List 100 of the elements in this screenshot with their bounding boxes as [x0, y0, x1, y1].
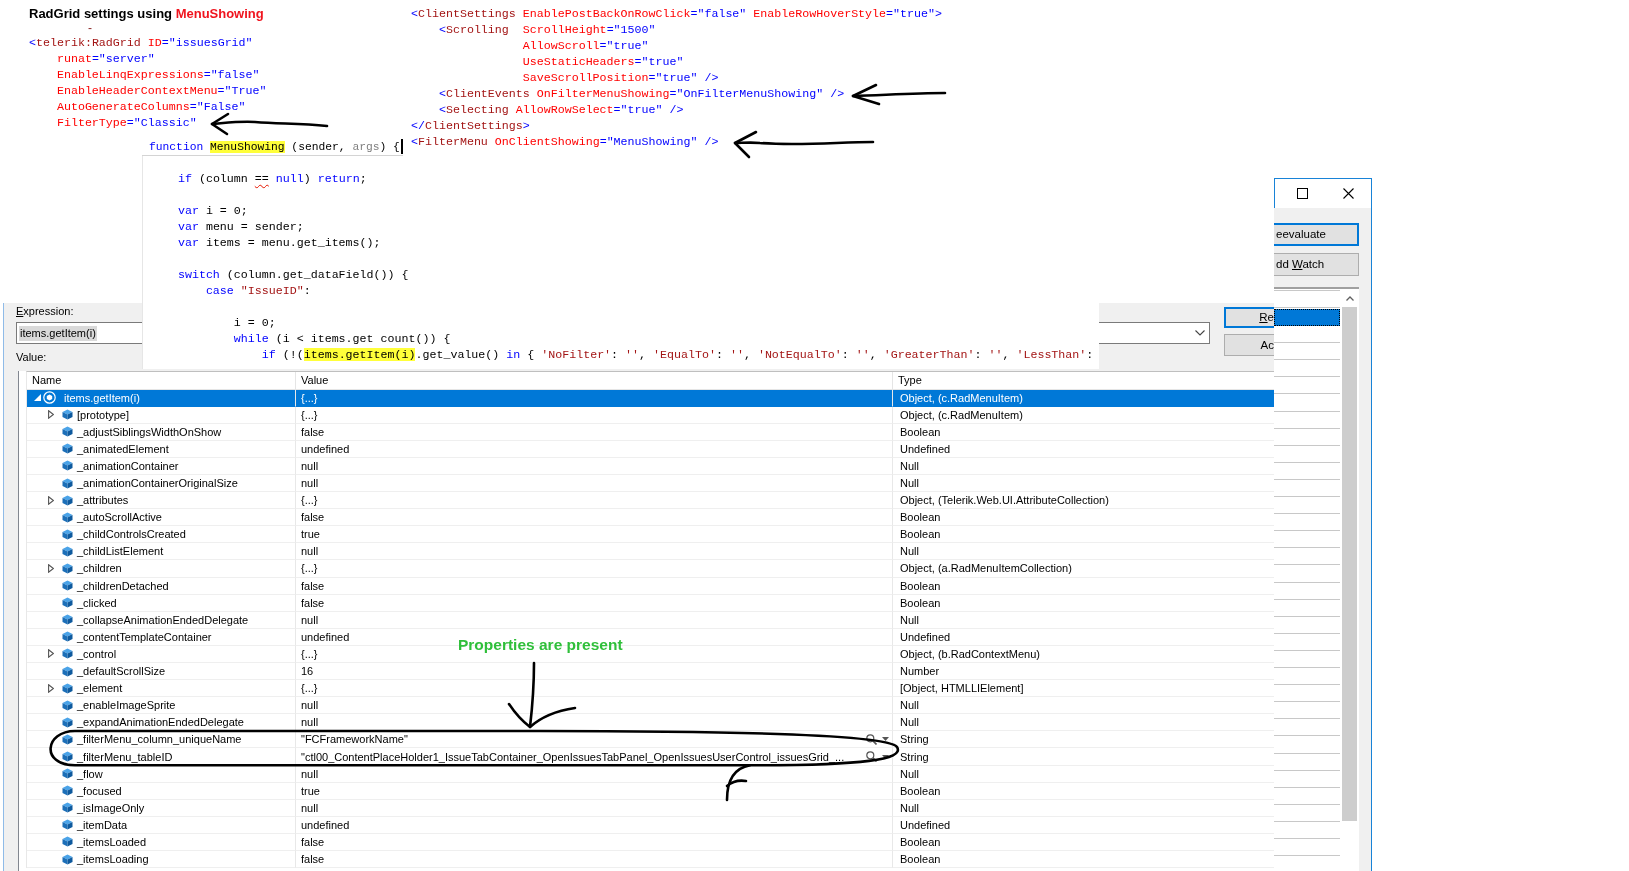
cube-icon [62, 768, 73, 780]
search-icon[interactable] [866, 751, 877, 762]
property-name: _flow [77, 767, 103, 780]
watch-row[interactable]: _childListElement null Null [27, 543, 1274, 561]
caret-icon[interactable] [882, 754, 889, 759]
property-type: Boolean [900, 784, 941, 797]
property-value: {...} [301, 408, 318, 421]
watch-row[interactable]: [prototype] {...} Object, (c.RadMenuItem) [27, 406, 1274, 424]
cube-icon [62, 494, 73, 506]
collapsed-triangle-icon[interactable] [48, 683, 54, 693]
expression-field[interactable]: items.getItem(i) [16, 322, 143, 344]
cube-icon [62, 648, 73, 660]
selected-list-row[interactable] [1274, 309, 1340, 326]
watch-row[interactable]: _animationContainer null Null [27, 457, 1274, 475]
watch-row[interactable]: _collapseAnimationEndedDelegate null Null [27, 611, 1274, 629]
property-value: true [301, 784, 320, 797]
text-cursor-icon [400, 138, 403, 154]
watch-row[interactable]: _filterMenu_tableID "ctl00_ContentPlaceHolder1_IssueTabContainer_OpenIssuesTabPanel_OpenIssuesUserControl_issuesGrid_... String [27, 748, 1274, 766]
code-line: AutoGenerateColumns="False" [55, 98, 246, 115]
property-value: false [301, 596, 325, 609]
watch-row[interactable]: _attributes {...} Object, (Telerik.Web.UI.AttributeCollection) [27, 492, 1274, 510]
property-type: [Object, HTMLLIElement] [900, 682, 1024, 695]
scroll-up-icon[interactable] [1345, 295, 1354, 301]
watch-row[interactable]: _itemsLoaded false Boolean [27, 833, 1274, 852]
code-line: case "IssueID": [204, 282, 311, 299]
cube-icon [62, 477, 73, 489]
maximize-icon[interactable] [1297, 188, 1308, 199]
dialog-button[interactable]: Ac [1224, 334, 1274, 356]
property-type: Boolean [900, 579, 941, 592]
code-line: var items = menu.get_items(); [176, 234, 381, 251]
expression-label: Expression: [16, 304, 74, 318]
cube-icon [62, 614, 73, 626]
close-icon[interactable] [1343, 188, 1354, 199]
watch-row[interactable]: _animatedElement undefined Undefined [27, 440, 1274, 458]
cube-icon [62, 460, 73, 472]
dialog-button[interactable]: eevaluate [1274, 223, 1359, 246]
cube-icon [62, 443, 73, 455]
search-icon[interactable] [866, 733, 877, 745]
property-type: Boolean [900, 596, 941, 609]
dialog-button[interactable]: Re [1224, 307, 1274, 328]
property-value: false [301, 853, 325, 866]
dialog-button[interactable]: dd Watch [1274, 253, 1359, 276]
property-type: Undefined [900, 442, 951, 455]
watch-row[interactable]: _isImageOnly null Null [27, 799, 1274, 817]
code-line: if (column == null) return; [176, 170, 367, 187]
property-type: Undefined [900, 818, 951, 831]
watch-row[interactable]: _element {...} [Object, HTMLLIElement] [27, 680, 1274, 698]
watch-row[interactable]: _filterMenu_column_uniqueName "FCFrameworkName" String [27, 731, 1274, 749]
collapsed-triangle-icon[interactable] [48, 495, 54, 505]
property-type: Boolean [900, 528, 941, 541]
property-name: _element [77, 682, 123, 695]
property-name: _animationContainer [77, 459, 179, 472]
expression-dropdown[interactable] [1098, 322, 1210, 344]
collapsed-triangle-icon[interactable] [48, 649, 54, 659]
watch-row[interactable]: _childrenDetached false Boolean [27, 577, 1274, 595]
code-line: while (i < items.get count()) { [232, 330, 451, 347]
property-type: Object, (c.RadMenuItem) [900, 408, 1023, 421]
watch-row[interactable]: _children {...} Object, (a.RadMenuItemCollection) [27, 560, 1274, 578]
expanded-triangle-icon[interactable] [33, 394, 41, 402]
watch-row[interactable]: _focused true Boolean [27, 782, 1274, 800]
cube-icon [62, 853, 73, 865]
property-type: Null [900, 699, 919, 712]
watch-row[interactable]: _childControlsCreated true Boolean [27, 526, 1274, 544]
property-name: _childListElement [77, 545, 164, 558]
code-line: runat="server" [55, 50, 155, 67]
watch-row[interactable]: _clicked false Boolean [27, 594, 1274, 612]
property-value: false [301, 579, 325, 592]
property-value: null [301, 477, 319, 489]
property-type: Boolean [900, 836, 941, 848]
watch-row[interactable]: _animationContainerOriginalSize null Null [27, 474, 1274, 493]
chevron-down-icon[interactable] [1195, 330, 1205, 336]
property-name: _childrenDetached [77, 579, 169, 592]
watch-row[interactable]: _defaultScrollSize 16 Number [27, 663, 1274, 681]
property-type: Null [900, 767, 919, 780]
code-line: EnableLinqExpressions="false" [55, 66, 260, 83]
property-name: _filterMenu_tableID [77, 750, 173, 763]
property-name: _itemsLoaded [77, 836, 147, 848]
watch-row[interactable]: _adjustSiblingsWidthOnShow false Boolean [27, 423, 1274, 441]
watch-row[interactable]: _enableImageSprite null Null [27, 697, 1274, 715]
cube-icon [62, 802, 73, 814]
property-name: _contentTemplateContainer [77, 630, 212, 643]
cube-icon [62, 528, 73, 540]
property-name: _itemsLoading [77, 853, 149, 866]
property-value: {...} [301, 494, 318, 507]
property-name: _clicked [77, 596, 117, 609]
property-type: String [900, 733, 929, 746]
property-name: _attributes [77, 494, 129, 507]
cube-icon [62, 580, 73, 592]
collapsed-triangle-icon[interactable] [48, 564, 54, 573]
watch-row[interactable]: _expandAnimationEndedDelegate null Null [27, 714, 1274, 732]
scrollbar-thumb[interactable] [1342, 307, 1357, 821]
cube-icon [62, 751, 73, 762]
property-name: items.getItem(i) [64, 391, 140, 404]
collapsed-triangle-icon[interactable] [48, 410, 54, 420]
property-type: Boolean [900, 853, 941, 866]
watch-row[interactable]: _itemData undefined Undefined [27, 816, 1274, 834]
watch-row[interactable]: _flow null Null [27, 765, 1274, 783]
watch-row[interactable]: _itemsLoading false Boolean [27, 851, 1274, 869]
caret-icon[interactable] [882, 737, 889, 742]
watch-row[interactable]: _autoScrollActive false Boolean [27, 509, 1274, 527]
